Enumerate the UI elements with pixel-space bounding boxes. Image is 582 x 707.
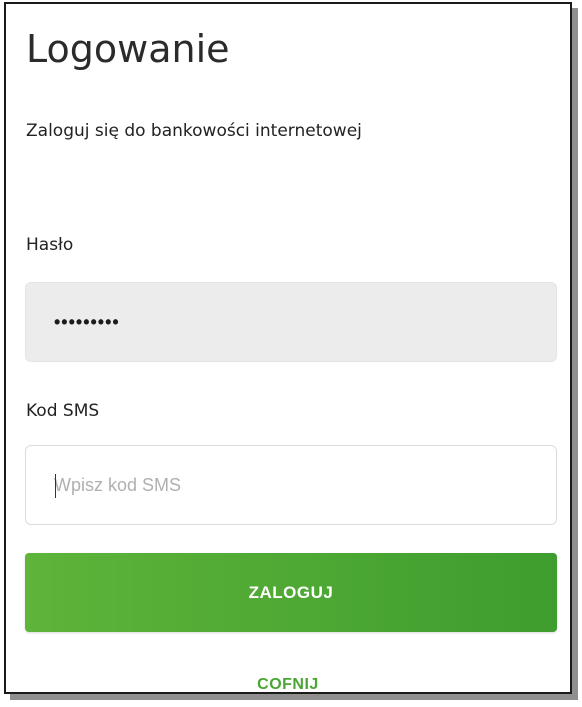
sms-code-label: Kod SMS — [26, 401, 100, 421]
login-panel: Logowanie Zaloguj się do bankowości inte… — [4, 2, 572, 694]
password-label: Hasło — [26, 235, 74, 255]
password-field[interactable] — [25, 282, 557, 362]
sms-code-input[interactable] — [25, 445, 557, 525]
text-cursor — [55, 474, 56, 498]
login-button[interactable]: ZALOGUJ — [25, 553, 557, 632]
back-link[interactable]: COFNIJ — [6, 676, 570, 692]
page-subtitle: Zaloguj się do bankowości internetowej — [26, 121, 362, 141]
page-title: Logowanie — [26, 27, 230, 71]
